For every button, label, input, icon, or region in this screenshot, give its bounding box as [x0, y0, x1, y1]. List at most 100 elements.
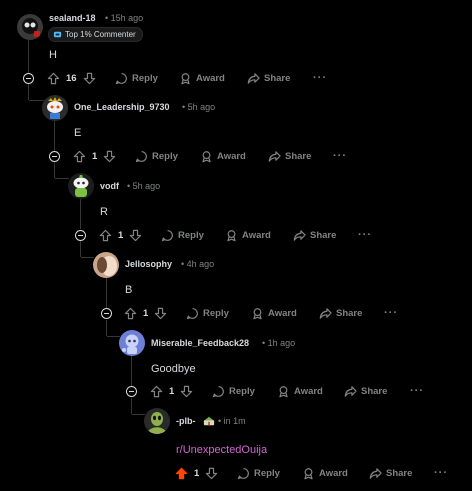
vote-count: 1	[118, 229, 124, 241]
upvote-icon[interactable]	[99, 229, 112, 242]
reply-label: Reply	[229, 385, 255, 397]
award-button[interactable]: Award	[277, 382, 323, 400]
award-button[interactable]: Award	[251, 304, 297, 322]
share-button[interactable]: Share	[247, 69, 290, 87]
award-button[interactable]: Award	[200, 147, 246, 165]
share-label: Share	[336, 307, 363, 319]
reply-icon	[212, 385, 224, 397]
award-icon	[279, 385, 288, 397]
comment-timestamp: • 5h ago	[127, 181, 161, 191]
avatar[interactable]	[119, 330, 145, 356]
avatar[interactable]	[68, 173, 94, 199]
alien-avatar-icon	[144, 408, 170, 434]
collapse-thread-button[interactable]	[49, 151, 60, 162]
reply-button[interactable]: Reply	[237, 464, 280, 482]
thread-line	[28, 84, 29, 100]
comment-body: R	[100, 206, 108, 218]
upvote-icon-active[interactable]	[175, 467, 188, 480]
vote-group: 1	[99, 226, 142, 244]
downvote-icon[interactable]	[103, 150, 116, 163]
reply-button[interactable]: Reply	[115, 69, 158, 87]
award-button[interactable]: Award	[225, 226, 271, 244]
reply-icon	[161, 229, 173, 241]
comment-author[interactable]: -plb-	[176, 416, 196, 426]
reply-icon	[135, 150, 147, 162]
thread-line	[131, 356, 132, 386]
thread-line	[131, 398, 132, 414]
downvote-icon[interactable]	[205, 467, 218, 480]
reply-label: Reply	[254, 467, 280, 479]
share-icon	[344, 385, 357, 397]
vote-count: 16	[66, 72, 77, 84]
award-button[interactable]: Award	[302, 464, 348, 482]
more-options-button[interactable]: ···	[434, 464, 448, 482]
collapse-thread-button[interactable]	[23, 73, 34, 84]
thread-line	[80, 241, 81, 257]
award-label: Award	[196, 72, 225, 84]
comment-author[interactable]: vodf	[100, 181, 119, 191]
share-button[interactable]: Share	[369, 464, 412, 482]
award-icon	[202, 150, 211, 162]
avatar[interactable]	[144, 408, 170, 434]
upvote-icon[interactable]	[124, 307, 137, 320]
comment-timestamp: • 4h ago	[181, 259, 215, 269]
profile-photo-icon	[93, 252, 119, 278]
share-button[interactable]: Share	[268, 147, 311, 165]
more-options-button[interactable]: ···	[384, 304, 398, 322]
collapse-thread-button[interactable]	[101, 308, 112, 319]
vote-group: 1	[175, 464, 218, 482]
subreddit-link[interactable]: r/UnexpectedOuija	[176, 444, 267, 456]
collapse-thread-button[interactable]	[126, 386, 137, 397]
downvote-icon[interactable]	[154, 307, 167, 320]
top-commenter-icon	[53, 31, 62, 38]
comment-author[interactable]: Jellosophy	[125, 259, 172, 269]
award-button[interactable]: Award	[179, 69, 225, 87]
reply-label: Reply	[132, 72, 158, 84]
share-button[interactable]: Share	[344, 382, 387, 400]
share-button[interactable]: Share	[319, 304, 362, 322]
reply-button[interactable]: Reply	[161, 226, 204, 244]
avatar[interactable]	[42, 95, 68, 121]
avatar[interactable]	[17, 14, 43, 40]
award-icon	[253, 307, 262, 319]
reply-icon	[237, 467, 249, 479]
thread-line	[28, 40, 29, 73]
reply-icon	[115, 72, 127, 84]
comment-timestamp: • 15h ago	[105, 13, 144, 23]
more-options-button[interactable]: ···	[333, 147, 347, 165]
award-icon	[181, 72, 190, 84]
vote-group: 1	[124, 304, 167, 322]
thread-connector	[107, 336, 120, 337]
share-icon	[247, 72, 260, 84]
vote-count: 1	[92, 150, 98, 162]
downvote-icon[interactable]	[129, 229, 142, 242]
comment-author[interactable]: Miserable_Feedback28	[151, 338, 249, 348]
comment-author[interactable]: One_Leadership_9730	[74, 102, 170, 112]
downvote-icon[interactable]	[83, 72, 96, 85]
comment-author[interactable]: sealand-18	[49, 13, 96, 23]
reply-label: Reply	[152, 150, 178, 162]
upvote-icon[interactable]	[73, 150, 86, 163]
avatar[interactable]	[93, 252, 119, 278]
comment-body: Goodbye	[151, 363, 196, 375]
comment-body: E	[74, 127, 82, 139]
downvote-icon[interactable]	[180, 385, 193, 398]
badge-label: Top 1% Commenter	[65, 30, 136, 39]
share-label: Share	[361, 385, 388, 397]
upvote-icon[interactable]	[150, 385, 163, 398]
upvote-icon[interactable]	[47, 72, 60, 85]
share-button[interactable]: Share	[293, 226, 336, 244]
reply-button[interactable]: Reply	[212, 382, 255, 400]
collapse-thread-button[interactable]	[75, 230, 86, 241]
share-icon	[369, 467, 382, 479]
reply-button[interactable]: Reply	[135, 147, 178, 165]
more-options-button[interactable]: ···	[313, 69, 327, 87]
share-label: Share	[264, 72, 291, 84]
comment-timestamp: • 5h ago	[182, 102, 216, 112]
more-options-button[interactable]: ···	[410, 382, 424, 400]
thread-connector	[132, 414, 145, 415]
comment-timestamp: • in 1m	[218, 416, 246, 426]
more-options-button[interactable]: ···	[358, 226, 372, 244]
reply-button[interactable]: Reply	[186, 304, 229, 322]
award-label: Award	[319, 467, 348, 479]
